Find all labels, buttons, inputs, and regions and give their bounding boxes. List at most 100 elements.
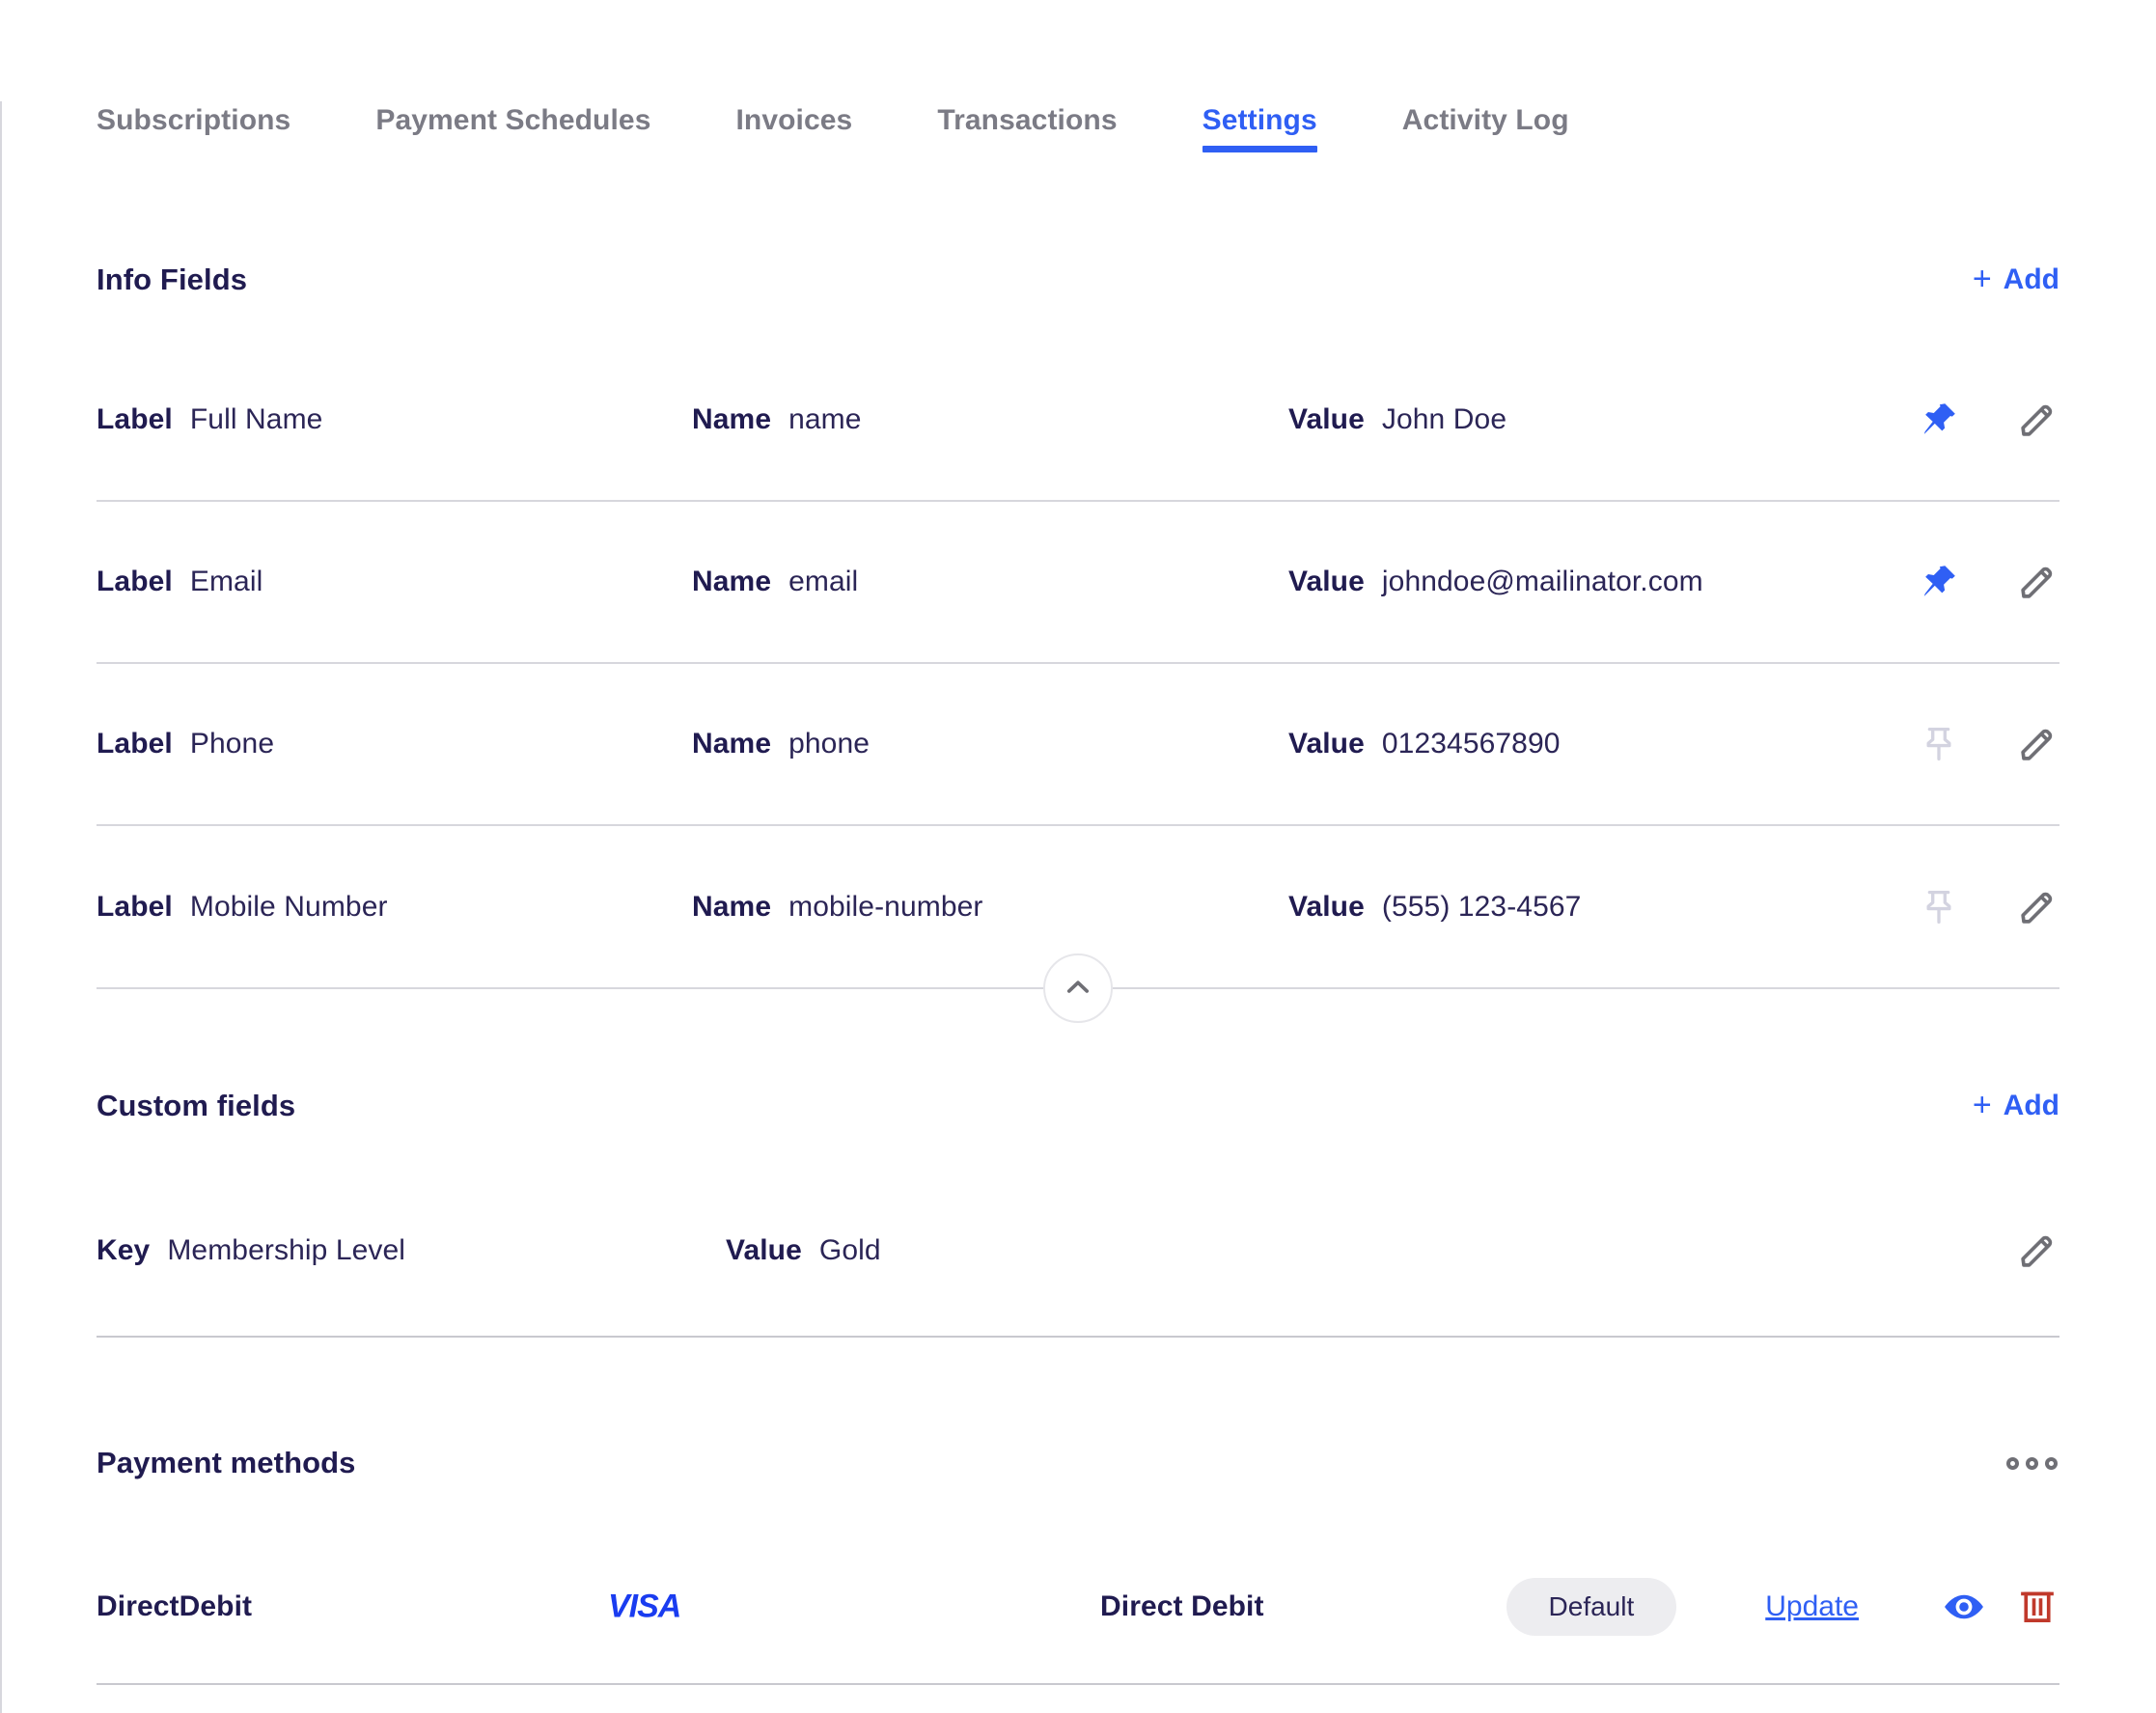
label-key: Label	[97, 403, 173, 435]
payment-method-type: Direct Debit	[1100, 1590, 1264, 1622]
add-button-label: Add	[2003, 263, 2059, 295]
info-fields-list: Label Full Name Name name Value John Doe	[97, 340, 2059, 988]
name-value: email	[788, 566, 859, 597]
row-value-cell: Value (555) 123-4567	[1288, 891, 1581, 924]
tab-label: Settings	[1202, 104, 1317, 136]
value-key: Value	[1288, 728, 1365, 760]
row-actions	[1917, 560, 2059, 604]
payment-method-actions: Default Update	[1506, 1578, 2059, 1636]
row-label-cell: Label Mobile Number	[97, 891, 388, 924]
info-fields-add-button[interactable]: + Add	[1972, 261, 2059, 297]
pin-outline-icon[interactable]	[1917, 722, 1961, 766]
custom-value-cell: Value Gold	[726, 1234, 881, 1267]
tab-activity-log[interactable]: Activity Log	[1402, 104, 1569, 152]
table-row: Key Membership Level Value Gold	[97, 1166, 2059, 1338]
name-key: Name	[692, 403, 772, 435]
collapse-toggle-button[interactable]	[1043, 953, 1113, 1023]
value-value: (555) 123-4567	[1381, 891, 1582, 923]
row-value-cell: Value johndoe@mailinator.com	[1288, 566, 1703, 598]
pin-outline-icon[interactable]	[1917, 885, 1961, 929]
value-key: Value	[726, 1234, 802, 1266]
tab-invoices[interactable]: Invoices	[735, 104, 852, 152]
name-value: name	[788, 403, 862, 435]
value-value: johndoe@mailinator.com	[1381, 566, 1703, 597]
chevron-up-icon	[1062, 971, 1094, 1007]
name-key: Name	[692, 891, 772, 923]
eye-icon[interactable]	[1942, 1585, 1986, 1629]
name-value: phone	[788, 728, 871, 760]
row-label-cell: Label Full Name	[97, 403, 322, 436]
row-value-cell: Value 01234567890	[1288, 728, 1561, 760]
tab-transactions[interactable]: Transactions	[937, 104, 1117, 152]
tab-subscriptions[interactable]: Subscriptions	[97, 104, 290, 152]
row-actions	[2015, 1229, 2059, 1273]
custom-fields-add-button[interactable]: + Add	[1972, 1087, 2059, 1123]
value-value: John Doe	[1381, 403, 1507, 435]
name-key: Name	[692, 728, 772, 760]
pencil-icon[interactable]	[2015, 722, 2059, 766]
trash-icon[interactable]	[2015, 1585, 2059, 1629]
dot	[2006, 1456, 2019, 1470]
row-name-cell: Name name	[692, 403, 862, 436]
info-fields-title: Info Fields	[97, 262, 248, 296]
tab-label: Payment Schedules	[375, 104, 651, 136]
add-button-label: Add	[2003, 1090, 2059, 1121]
label-key: Label	[97, 728, 173, 760]
table-row: Label Email Name email Value johndoe@mai…	[97, 502, 2059, 664]
status-badge: Default	[1506, 1578, 1677, 1636]
pencil-icon[interactable]	[2015, 1229, 2059, 1273]
pin-filled-icon[interactable]	[1917, 560, 1961, 604]
payment-methods-header: Payment methods	[97, 1446, 2059, 1480]
payment-method-row: DirectDebit VISA Direct Debit Default Up…	[97, 1531, 2059, 1685]
row-name-cell: Name mobile-number	[692, 891, 983, 924]
tab-payment-schedules[interactable]: Payment Schedules	[375, 104, 650, 152]
label-key: Label	[97, 566, 173, 597]
more-horizontal-icon[interactable]	[2004, 1451, 2059, 1476]
row-label-cell: Label Email	[97, 566, 263, 598]
table-row: Label Full Name Name name Value John Doe	[97, 340, 2059, 502]
pin-filled-icon[interactable]	[1917, 398, 1961, 442]
row-name-cell: Name email	[692, 566, 858, 598]
row-name-cell: Name phone	[692, 728, 870, 760]
key-key: Key	[97, 1234, 151, 1266]
label-value: Mobile Number	[189, 891, 388, 923]
tab-settings[interactable]: Settings	[1202, 104, 1317, 152]
left-border-rule	[0, 101, 2, 1713]
value-key: Value	[1288, 891, 1365, 923]
payment-methods-title: Payment methods	[97, 1446, 356, 1479]
plus-icon: +	[1972, 1087, 1992, 1123]
pencil-icon[interactable]	[2015, 885, 2059, 929]
dot	[2045, 1456, 2058, 1470]
row-value-cell: Value John Doe	[1288, 403, 1506, 436]
tab-label: Activity Log	[1401, 104, 1569, 136]
info-fields-divider	[97, 953, 2059, 1023]
tab-label: Subscriptions	[97, 104, 291, 136]
value-value: Gold	[818, 1234, 881, 1266]
pencil-icon[interactable]	[2015, 398, 2059, 442]
tab-label: Invoices	[735, 104, 853, 136]
settings-page: Subscriptions Payment Schedules Invoices…	[0, 0, 2156, 1713]
row-actions	[1917, 398, 2059, 442]
row-actions	[1917, 885, 2059, 929]
name-key: Name	[692, 566, 772, 597]
table-row: Label Phone Name phone Value 01234567890	[97, 664, 2059, 826]
update-link[interactable]: Update	[1765, 1590, 1859, 1623]
custom-key-cell: Key Membership Level	[97, 1234, 405, 1267]
dot	[2026, 1456, 2038, 1470]
row-label-cell: Label Phone	[97, 728, 274, 760]
custom-fields-header: Custom fields + Add	[97, 1089, 2059, 1123]
tab-bar: Subscriptions Payment Schedules Invoices…	[97, 104, 1569, 152]
value-key: Value	[1288, 566, 1365, 597]
custom-fields-title: Custom fields	[97, 1089, 296, 1122]
value-value: 01234567890	[1381, 728, 1561, 760]
visa-logo: VISA	[608, 1588, 681, 1625]
plus-icon: +	[1972, 261, 1992, 297]
label-value: Email	[189, 566, 263, 597]
name-value: mobile-number	[788, 891, 983, 923]
row-actions	[1917, 722, 2059, 766]
pencil-icon[interactable]	[2015, 560, 2059, 604]
payment-method-name: DirectDebit	[97, 1590, 253, 1622]
label-value: Phone	[189, 728, 275, 760]
value-key: Value	[1288, 403, 1365, 435]
label-key: Label	[97, 891, 173, 923]
